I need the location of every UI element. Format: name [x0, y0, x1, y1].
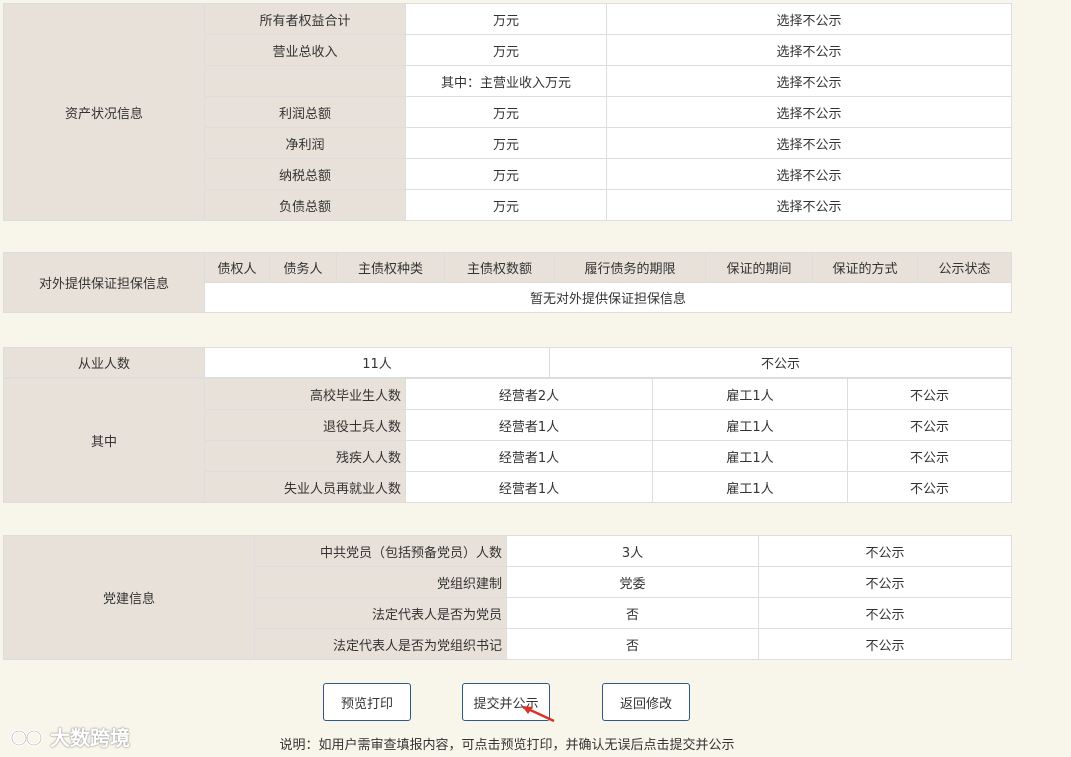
guarantee-group-label: 对外提供保证担保信息 [3, 252, 205, 313]
guarantee-header-period: 保证的期间 [705, 252, 813, 283]
party-row-value: 3人 [506, 535, 759, 567]
employees-row-label: 失业人员再就业人数 [204, 471, 406, 503]
assets-row-label: 负债总额 [204, 189, 406, 221]
employees-row-status: 不公示 [847, 440, 1012, 472]
employees-summary-table: 从业人数 11人 不公示 [3, 347, 1012, 378]
party-row-label: 中共党员（包括预备党员）人数 [254, 535, 507, 567]
employees-row-label: 退役士兵人数 [204, 409, 406, 441]
party-group-label: 党建信息 [3, 535, 255, 660]
assets-row-label: 营业总收入 [204, 34, 406, 66]
guarantee-header-claim-type: 主债权种类 [336, 252, 445, 283]
watermark: 大数跨境 [10, 722, 130, 751]
assets-row-value: 万元 [405, 34, 607, 66]
party-row-status: 不公示 [758, 597, 1012, 629]
guarantee-header-creditor: 债权人 [204, 252, 270, 283]
watermark-text: 大数跨境 [50, 726, 130, 750]
employees-row-status: 不公示 [847, 409, 1012, 441]
party-row-value: 党委 [506, 566, 759, 598]
guarantee-header-term: 履行债务的期限 [554, 252, 706, 283]
employees-row-operator: 经营者2人 [405, 378, 653, 410]
assets-group-label: 资产状况信息 [3, 3, 205, 221]
employees-breakdown-table: 其中 高校毕业生人数 经营者2人 雇工1人 不公示 退役士兵人数 经营者1人 雇… [3, 378, 1012, 503]
assets-row-status: 选择不公示 [606, 3, 1012, 35]
employees-row-operator: 经营者1人 [405, 409, 653, 441]
guarantee-header-method: 保证的方式 [812, 252, 918, 283]
assets-row-status: 选择不公示 [606, 65, 1012, 97]
party-row-status: 不公示 [758, 566, 1012, 598]
guarantee-header-status: 公示状态 [917, 252, 1012, 283]
assets-row-status: 选择不公示 [606, 127, 1012, 159]
party-row-status: 不公示 [758, 628, 1012, 660]
employees-row-operator: 经营者1人 [405, 440, 653, 472]
party-row-label: 法定代表人是否为党员 [254, 597, 507, 629]
assets-row-label: 利润总额 [204, 96, 406, 128]
party-row-value: 否 [506, 628, 759, 660]
employees-row-status: 不公示 [847, 378, 1012, 410]
preview-print-button[interactable]: 预览打印 [323, 683, 411, 721]
assets-row-label: 净利润 [204, 127, 406, 159]
assets-row-value: 万元 [405, 127, 607, 159]
employees-row-label: 残疾人人数 [204, 440, 406, 472]
employees-row-employee: 雇工1人 [652, 471, 848, 503]
assets-row-label [204, 65, 406, 97]
assets-row-status: 选择不公示 [606, 189, 1012, 221]
assets-row-status: 选择不公示 [606, 158, 1012, 190]
watermark-logo-icon [10, 729, 43, 746]
assets-row-value: 万元 [405, 96, 607, 128]
employees-status: 不公示 [549, 347, 1012, 378]
employees-row-status: 不公示 [847, 471, 1012, 503]
guarantee-table: 对外提供保证担保信息 债权人 债务人 主债权种类 主债权数额 履行债务的期限 保… [3, 252, 1012, 313]
employees-count: 11人 [204, 347, 550, 378]
assets-row-value: 其中：主营业收入万元 [405, 65, 607, 97]
assets-row-status: 选择不公示 [606, 34, 1012, 66]
pointer-arrow-icon [522, 706, 555, 723]
employees-label: 从业人数 [3, 347, 205, 378]
party-row-value: 否 [506, 597, 759, 629]
assets-row-label: 所有者权益合计 [204, 3, 406, 35]
instruction-note: 说明：如用户需审查填报内容，可点击预览打印，并确认无误后点击提交并公示 [279, 738, 735, 753]
employees-row-operator: 经营者1人 [405, 471, 653, 503]
guarantee-empty-text: 暂无对外提供保证担保信息 [204, 282, 1012, 313]
employees-row-label: 高校毕业生人数 [204, 378, 406, 410]
assets-row-value: 万元 [405, 158, 607, 190]
party-table: 党建信息 中共党员（包括预备党员）人数 3人 不公示 党组织建制 党委 不公示 … [3, 535, 1012, 660]
assets-row-status: 选择不公示 [606, 96, 1012, 128]
employees-row-employee: 雇工1人 [652, 378, 848, 410]
employees-row-employee: 雇工1人 [652, 440, 848, 472]
guarantee-header-debtor: 债务人 [269, 252, 337, 283]
assets-row-value: 万元 [405, 3, 607, 35]
party-row-label: 法定代表人是否为党组织书记 [254, 628, 507, 660]
assets-row-label: 纳税总额 [204, 158, 406, 190]
guarantee-header-claim-amount: 主债权数额 [444, 252, 555, 283]
back-edit-button[interactable]: 返回修改 [602, 683, 690, 721]
employees-group-label: 其中 [3, 378, 205, 503]
party-row-status: 不公示 [758, 535, 1012, 567]
assets-table: 资产状况信息 所有者权益合计 万元 选择不公示 营业总收入 万元 选择不公示 其… [3, 3, 1012, 221]
employees-row-employee: 雇工1人 [652, 409, 848, 441]
party-row-label: 党组织建制 [254, 566, 507, 598]
assets-row-value: 万元 [405, 189, 607, 221]
